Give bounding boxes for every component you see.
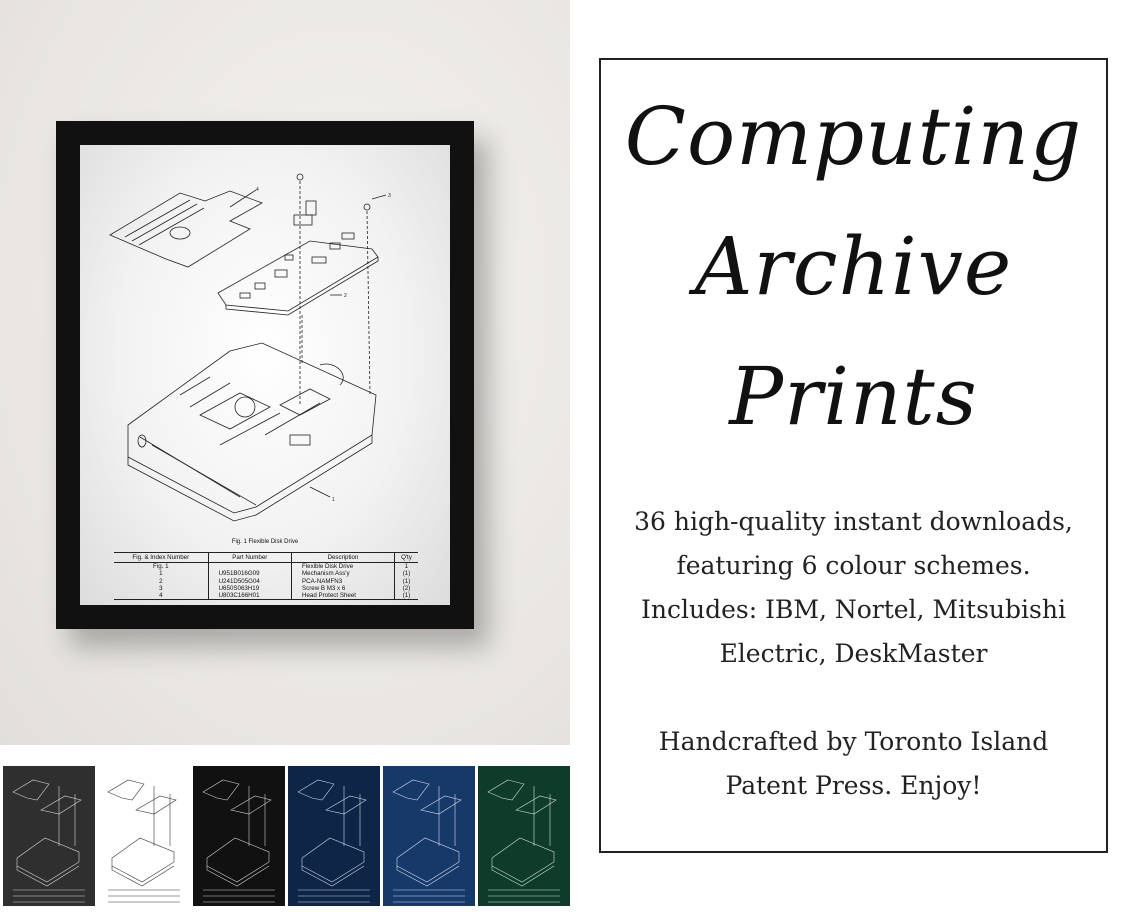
table-row: Fig. 1 Flexible Disk Drive 1	[114, 562, 418, 571]
thumbnail-schematic	[383, 766, 475, 906]
table-cell: 2	[159, 577, 163, 585]
table-row: 3 U650S063H19 Screw B M3 x 6 (2)	[114, 584, 418, 593]
callout-1: 1	[332, 497, 335, 503]
thumbnail-schematic	[478, 766, 570, 906]
thumbnail-blueprint[interactable]	[383, 766, 475, 906]
thumbnail-navy[interactable]	[288, 766, 380, 906]
table-row: 2 U241D505G04 PCA-NAMFN3 (1)	[114, 577, 418, 585]
table-header: Q'ty	[393, 552, 418, 563]
credit-text: Handcrafted by Toronto Island Patent Pre…	[658, 727, 1049, 800]
table-header: Fig. & Index Number	[114, 552, 209, 563]
title-line-prints: Prints	[729, 350, 978, 443]
product-description: 36 high-quality instant downloads, featu…	[634, 507, 1073, 668]
disk-drive-illustration: 4 3 2 1	[109, 173, 391, 522]
title-line-archive: Archive	[694, 220, 1013, 313]
callout-3: 3	[388, 193, 391, 199]
table-cell: (1)	[393, 577, 418, 585]
thumbnail-schematic	[3, 766, 95, 906]
table-cell: U803C166H01	[207, 592, 292, 601]
table-cell: (2)	[393, 584, 418, 593]
figure-caption: Fig. 1 Flexible Disk Drive	[231, 539, 299, 545]
table-row: 1 U951B016G09 Mechanism Ass'y (1)	[114, 570, 418, 578]
circuit-board	[217, 240, 379, 312]
table-cell: Screw B M3 x 6	[290, 584, 395, 593]
picture-frame: 4 3 2 1 Fig. 1 Flexible Disk Drive Fig. …	[56, 121, 474, 629]
thumbnail-black[interactable]	[193, 766, 285, 906]
table-cell: (1)	[393, 592, 418, 601]
table-cell: U241D505G04	[207, 577, 292, 585]
table-cell: Mechanism Ass'y	[290, 570, 395, 578]
thumbnail-schematic	[98, 766, 190, 906]
table-cell	[207, 562, 292, 571]
thumbnail-schematic	[193, 766, 285, 906]
table-cell: 1	[393, 562, 418, 571]
table-cell: U951B016G09	[207, 570, 292, 578]
table-header: Description	[290, 552, 395, 563]
parts-table: Fig. & Index Number Part Number Descript…	[114, 552, 418, 601]
thumbnail-white[interactable]	[98, 766, 190, 906]
table-cell: Head Protect Sheet	[290, 592, 395, 601]
thumbnail-schematic	[288, 766, 380, 906]
table-cell: Flexible Disk Drive	[290, 562, 395, 571]
product-photo: 4 3 2 1 Fig. 1 Flexible Disk Drive Fig. …	[0, 0, 570, 745]
table-cell: 3	[159, 584, 163, 592]
callout-2: 2	[344, 293, 347, 299]
table-cell: 1	[159, 570, 163, 578]
info-card: Computing Archive Prints 36 high-quality…	[599, 58, 1108, 853]
title-line-computing: Computing	[624, 90, 1083, 183]
table-cell: (1)	[393, 570, 418, 578]
table-cell: 4	[114, 592, 209, 601]
thumbnail-charcoal[interactable]	[3, 766, 95, 906]
table-cell: Fig. 1	[153, 563, 169, 570]
colour-scheme-thumbnails	[0, 766, 570, 906]
table-cell: PCA-NAMFN3	[290, 577, 395, 585]
thumbnail-green[interactable]	[478, 766, 570, 906]
patent-print: 4 3 2 1 Fig. 1 Flexible Disk Drive Fig. …	[80, 145, 450, 605]
table-row: 4 U803C166H01 Head Protect Sheet (1)	[114, 592, 418, 601]
table-cell: U650S063H19	[207, 584, 292, 593]
table-header: Part Number	[207, 552, 292, 563]
callout-4: 4	[256, 187, 259, 193]
